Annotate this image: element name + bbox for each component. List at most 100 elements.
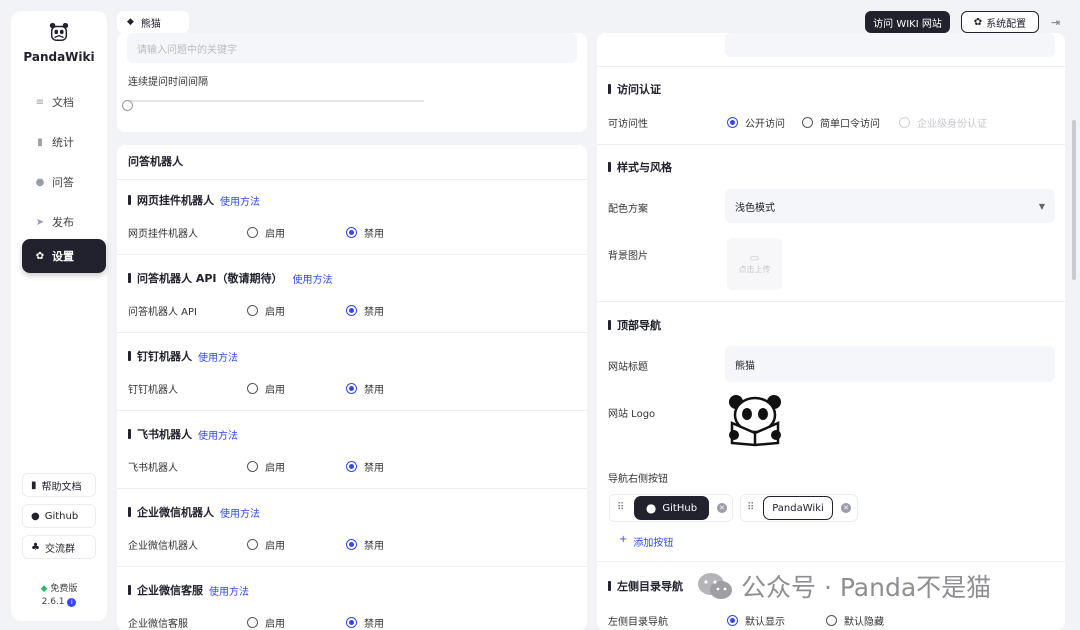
sidebar-item-settings[interactable]: ✿ 设置 — [22, 239, 106, 273]
radio-label: 启用 — [265, 619, 285, 630]
scheme-select[interactable]: 浅色模式 ▼ — [725, 189, 1055, 223]
site-title-input[interactable]: 熊猫 — [725, 346, 1055, 382]
nav-button-github[interactable]: ● GitHub — [634, 496, 709, 520]
close-icon[interactable]: ✕ — [717, 503, 727, 513]
app-logo[interactable]: PandaWiki — [11, 21, 107, 64]
publish-icon: ➤ — [35, 216, 45, 228]
radio-label: 启用 — [265, 463, 285, 474]
bot-disable-radio[interactable]: 禁用 — [346, 303, 384, 318]
help-doc-icon: ▮ — [31, 479, 37, 491]
radio-label: 禁用 — [364, 229, 384, 240]
close-icon[interactable]: ✕ — [841, 503, 851, 513]
system-config-label: 系统配置 — [986, 18, 1027, 30]
radio-label: 禁用 — [364, 463, 384, 474]
panda-logo-icon — [49, 22, 69, 41]
bot-disable-radio[interactable]: 禁用 — [346, 225, 384, 240]
divider — [597, 66, 1065, 67]
bot-feishu-title: 飞书机器人 使用方法 — [128, 426, 238, 442]
drag-handle-icon[interactable]: ⠿ — [747, 502, 754, 513]
usage-link[interactable]: 使用方法 — [209, 583, 249, 598]
sidebar-item-qa[interactable]: ● 问答 — [22, 165, 106, 199]
sidebar-item-label: 发布 — [52, 216, 74, 229]
bg-upload[interactable]: ▭ 点击上传 — [727, 238, 782, 290]
bot-api-title: 问答机器人 API（敬请期待） 使用方法 — [128, 270, 333, 286]
section-title-text: 访问认证 — [617, 83, 661, 96]
help-doc-button[interactable]: ▮ 帮助文档 — [22, 473, 96, 497]
bot-enable-radio[interactable]: 启用 — [247, 615, 285, 630]
bg-label: 背景图片 — [608, 251, 648, 262]
sidebar: PandaWiki ≡ 文档 ▮ 统计 ● 问答 ➤ 发布 ✿ 设置 ▮ 帮助文… — [11, 11, 107, 621]
leftnav-hide-radio[interactable]: 默认隐藏 — [826, 613, 884, 628]
usage-link[interactable]: 使用方法 — [198, 349, 238, 364]
interval-slider[interactable] — [128, 100, 424, 102]
info-icon[interactable]: i — [67, 598, 77, 607]
usage-link[interactable]: 使用方法 — [198, 427, 238, 442]
bot-title-text: 问答机器人 API（敬请期待） — [137, 272, 283, 285]
plus-icon: + — [619, 534, 628, 545]
slider-handle[interactable] — [122, 100, 133, 111]
leftnav-show-radio[interactable]: 默认显示 — [727, 613, 785, 628]
divider — [117, 488, 587, 489]
qa-settings-panel: 请输入问题中的关键字 连续提问时间间隔 — [117, 33, 587, 132]
bot-disable-radio[interactable]: 禁用 — [346, 537, 384, 552]
bot-enable-radio[interactable]: 启用 — [247, 225, 285, 240]
add-nav-button[interactable]: + 添加按钮 — [619, 534, 673, 549]
divider — [597, 144, 1065, 145]
public-access-radio[interactable]: 公开访问 — [727, 115, 785, 130]
bot-title-text: 飞书机器人 — [137, 428, 192, 441]
bot-label: 网页挂件机器人 — [128, 229, 198, 240]
github-button[interactable]: ● Github — [22, 504, 96, 528]
sidebar-item-stats[interactable]: ▮ 统计 — [22, 125, 106, 159]
radio-label: 禁用 — [364, 385, 384, 396]
nav-button-pandawiki[interactable]: PandaWiki — [763, 496, 833, 520]
bot-wecom-title: 企业微信机器人 使用方法 — [128, 504, 260, 520]
usage-link[interactable]: 使用方法 — [220, 505, 260, 520]
usage-link[interactable]: 使用方法 — [220, 193, 260, 208]
bot-title-text: 网页挂件机器人 — [137, 194, 214, 207]
site-logo-image[interactable] — [727, 393, 783, 447]
kb-selector[interactable]: ◆ 熊猫 — [117, 11, 189, 33]
system-config-button[interactable]: ✿ 系统配置 — [961, 11, 1039, 33]
logout-icon[interactable]: ⇥ — [1051, 16, 1060, 29]
bot-enable-radio[interactable]: 启用 — [247, 459, 285, 474]
add-button-label: 添加按钮 — [633, 538, 674, 549]
password-access-radio[interactable]: 简单口令访问 — [802, 115, 880, 130]
qa-bot-title: 问答机器人 — [128, 155, 183, 168]
visit-wiki-label: 访问 WIKI 网站 — [873, 18, 942, 30]
bot-disable-radio[interactable]: 禁用 — [346, 381, 384, 396]
version-info: 2.6.1 i — [11, 597, 107, 607]
leftnav-label: 左侧目录导航 — [608, 617, 668, 628]
radio-label: 禁用 — [364, 307, 384, 318]
keyword-input[interactable]: 请输入问题中的关键字 — [127, 33, 577, 63]
bot-enable-radio[interactable]: 启用 — [247, 303, 285, 318]
docs-icon: ≡ — [35, 96, 45, 108]
sidebar-item-publish[interactable]: ➤ 发布 — [22, 205, 106, 239]
site-title-value: 熊猫 — [735, 360, 755, 372]
help-doc-label: 帮助文档 — [41, 481, 82, 493]
sidebar-item-label: 问答 — [52, 176, 74, 189]
github-icon: ● — [645, 501, 657, 515]
enterprise-auth-radio: 企业级身份认证 — [899, 115, 987, 130]
bot-disable-radio[interactable]: 禁用 — [346, 459, 384, 474]
group-label: 交流群 — [44, 543, 75, 555]
bot-title-text: 企业微信机器人 — [137, 506, 214, 519]
radio-label: 公开访问 — [745, 119, 785, 130]
group-button[interactable]: ♣ 交流群 — [22, 535, 96, 559]
usage-link[interactable]: 使用方法 — [293, 271, 333, 286]
app-name: PandaWiki — [23, 50, 95, 64]
access-section-title: 访问认证 — [608, 81, 661, 97]
bot-enable-radio[interactable]: 启用 — [247, 537, 285, 552]
top-field[interactable] — [725, 33, 1055, 57]
settings-icon: ✿ — [35, 250, 45, 262]
github-label: Github — [44, 510, 79, 522]
scrollbar[interactable] — [1072, 120, 1076, 280]
visit-wiki-button[interactable]: 访问 WIKI 网站 — [865, 11, 950, 33]
sidebar-item-docs[interactable]: ≡ 文档 — [22, 85, 106, 119]
plan-badge: ◆ 免费版 — [11, 581, 107, 594]
drag-handle-icon[interactable]: ⠿ — [617, 502, 624, 513]
radio-label: 禁用 — [364, 619, 384, 630]
bot-label: 飞书机器人 — [128, 463, 178, 474]
bot-enable-radio[interactable]: 启用 — [247, 381, 285, 396]
bot-disable-radio[interactable]: 禁用 — [346, 615, 384, 630]
section-title-text: 顶部导航 — [617, 319, 661, 332]
